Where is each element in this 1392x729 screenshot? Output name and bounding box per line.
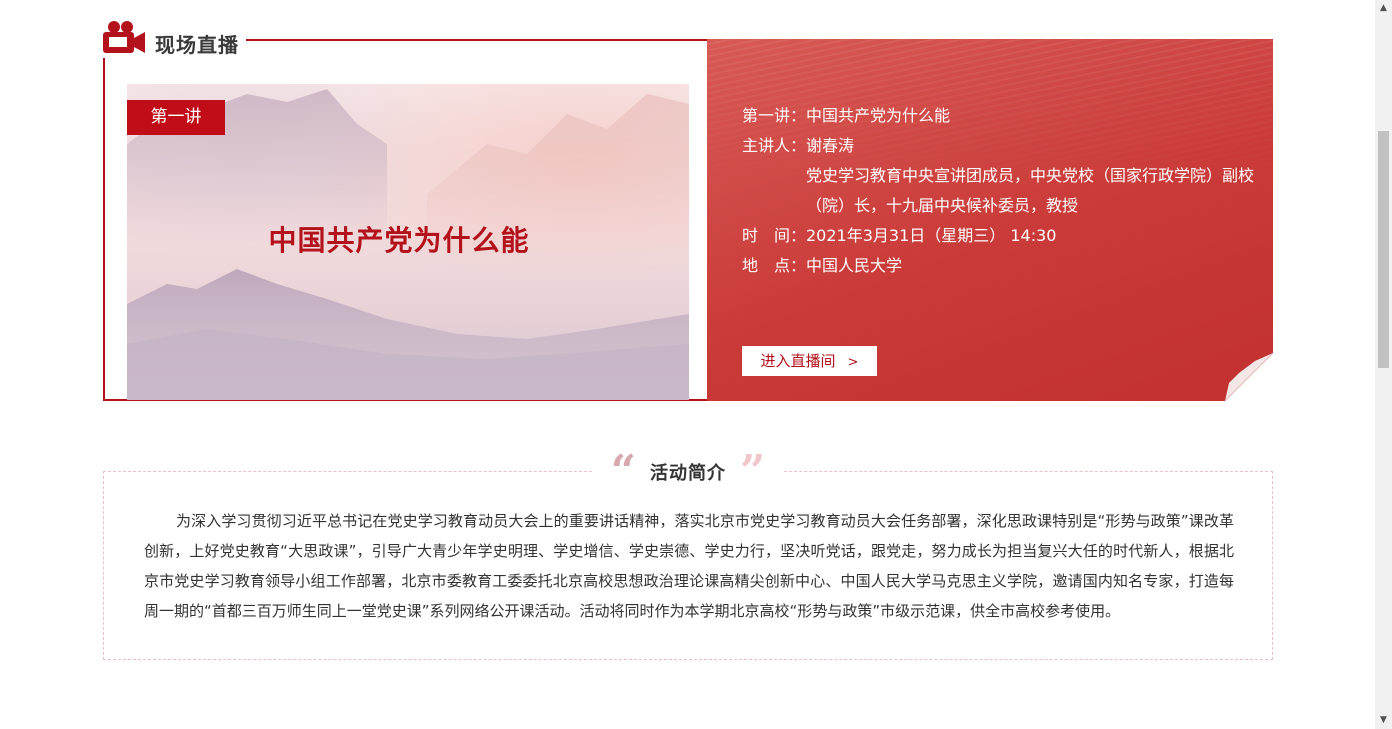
info-value: 中国共产党为什么能	[806, 106, 951, 125]
activity-intro-box: “ 活动简介 ” 为深入学习贯彻习近平总书记在党史学习教育动员大会上的重要讲话精…	[103, 450, 1273, 660]
lecture-info-list: 第一讲： 中国共产党为什么能 主讲人： 谢春涛 党史学习教育中央宣讲团成员，中央…	[742, 101, 1257, 281]
live-card: 第一讲 中国共产党为什么能 第一讲： 中国共产党为什么能 主讲人： 谢春涛 党史…	[103, 39, 1273, 401]
vertical-scrollbar[interactable]: ▲ ▼	[1375, 0, 1392, 729]
lecture-poster[interactable]: 第一讲 中国共产党为什么能	[127, 84, 689, 400]
activity-intro-title: 活动简介	[650, 463, 726, 484]
info-row-location: 地 点： 中国人民大学	[742, 251, 1257, 281]
enter-live-room-button[interactable]: 进入直播间 >	[742, 346, 877, 376]
info-label: 地 点：	[742, 256, 807, 275]
info-label	[742, 161, 806, 221]
poster-title: 中国共产党为什么能	[268, 224, 530, 257]
info-value: 2021年3月31日（星期三） 14:30	[806, 226, 1057, 245]
info-row-lecture: 第一讲： 中国共产党为什么能	[742, 101, 1257, 131]
lecture-number-badge: 第一讲	[127, 100, 225, 135]
info-row-time: 时 间： 2021年3月31日（星期三） 14:30	[742, 221, 1257, 251]
info-row-speaker: 主讲人： 谢春涛	[742, 131, 1257, 161]
scroll-up-arrow-icon[interactable]: ▲	[1375, 0, 1392, 17]
scrollbar-thumb[interactable]	[1378, 131, 1389, 368]
scroll-down-arrow-icon[interactable]: ▼	[1375, 712, 1392, 729]
poster-frame: 第一讲 中国共产党为什么能	[103, 58, 709, 401]
activity-intro-header: “ 活动简介 ”	[592, 446, 784, 497]
info-row-speaker-title: 党史学习教育中央宣讲团成员，中央党校（国家行政学院）副校（院）长，十九届中央候补…	[742, 161, 1257, 221]
info-value: 谢春涛	[806, 136, 855, 155]
close-quote-icon: ”	[740, 446, 766, 497]
info-value: 中国人民大学	[806, 256, 903, 275]
info-label: 第一讲：	[742, 106, 807, 125]
info-label: 主讲人：	[742, 136, 807, 155]
enter-live-room-label: 进入直播间	[760, 352, 836, 370]
open-quote-icon: “	[610, 446, 636, 497]
page-curl-corner	[1225, 353, 1273, 401]
info-label: 时 间：	[742, 226, 807, 245]
chevron-right-icon: >	[847, 355, 859, 370]
activity-intro-text: 为深入学习贯彻习近平总书记在党史学习教育动员大会上的重要讲话精神，落实北京市党史…	[144, 512, 1234, 620]
page: 现场直播 第一讲 中国共产党为什么能 第一讲： 中国共产党为什么能 主讲人： 谢…	[0, 0, 1392, 729]
lecture-info-panel: 第一讲： 中国共产党为什么能 主讲人： 谢春涛 党史学习教育中央宣讲团成员，中央…	[707, 39, 1273, 401]
info-value: 党史学习教育中央宣讲团成员，中央党校（国家行政学院）副校（院）长，十九届中央候补…	[806, 166, 1255, 215]
